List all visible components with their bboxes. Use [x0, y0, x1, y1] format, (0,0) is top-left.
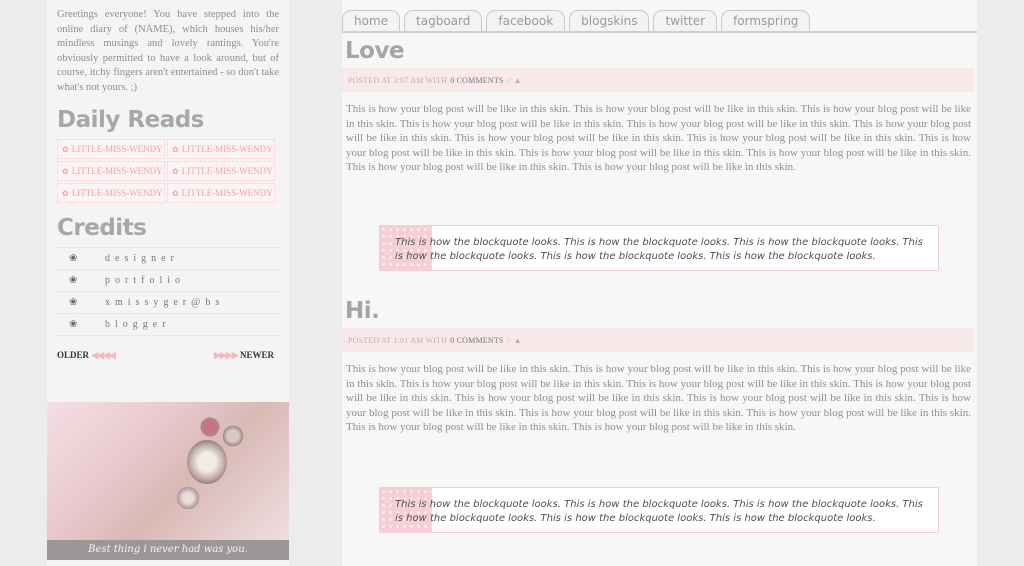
tab-facebook[interactable]: facebook: [486, 10, 566, 31]
credits-heading: Credits: [57, 215, 147, 241]
left-arrows-icon: ◀◀◀◀: [91, 350, 116, 360]
right-arrows-icon: ▶▶▶▶: [214, 350, 239, 360]
bow-icon: ✿: [172, 144, 179, 154]
flower-icon: ❀: [69, 253, 78, 264]
blockquote-text: This is how the blockquote looks. This i…: [395, 499, 923, 524]
daily-read-label: LITTLE-MISS-WENDY: [181, 144, 273, 154]
credit-label: designer: [105, 253, 179, 264]
daily-read-label: LITTLE-MISS-WENDY: [181, 188, 273, 198]
daily-read-link[interactable]: ✿ LITTLE-MISS-WENDY: [57, 183, 165, 203]
blockquote: This is how the blockquote looks. This i…: [379, 225, 939, 271]
daily-read-link[interactable]: ✿ LITTLE-MISS-WENDY: [167, 161, 275, 181]
tab-divider: [342, 31, 977, 33]
post-meta-text: POSTED AT 3:07 AM WITH: [348, 75, 448, 85]
comments-link[interactable]: 0 COMMENTS: [450, 76, 503, 85]
tab-blogskins[interactable]: blogskins: [569, 10, 650, 31]
post-meta: POSTED AT 1:01 AM WITH 0 COMMENTS // ▲: [342, 328, 974, 352]
daily-read-label: LITTLE-MISS-WENDY: [71, 166, 163, 176]
bow-icon: ✿: [62, 144, 69, 154]
tab-twitter[interactable]: twitter: [653, 10, 718, 31]
photo-caption: Best thing i never had was you.: [47, 540, 289, 560]
post-title: Love: [345, 38, 405, 64]
flower-icon: ❀: [69, 319, 78, 330]
post-meta: POSTED AT 3:07 AM WITH 0 COMMENTS // ▲: [342, 68, 974, 92]
daily-reads-list: ✿ LITTLE-MISS-WENDY ✿ LITTLE-MISS-WENDY ✿ L…: [57, 139, 277, 203]
credit-label: portfolio: [105, 275, 185, 286]
post-title: Hi.: [345, 298, 380, 324]
back-to-top-link[interactable]: // ▲: [507, 336, 522, 345]
daily-read-label: LITTLE-MISS-WENDY: [71, 188, 163, 198]
ring-icon: [222, 424, 244, 448]
main-content: home tagboard facebook blogskins twitter…: [342, 0, 977, 566]
back-to-top-link[interactable]: // ▲: [507, 76, 522, 85]
tab-home[interactable]: home: [342, 10, 401, 31]
bow-icon: ✿: [62, 166, 69, 176]
newer-label: NEWER: [239, 350, 274, 360]
tab-bar: home tagboard facebook blogskins twitter…: [342, 10, 811, 31]
ring-icon: [187, 440, 227, 484]
credit-link-email[interactable]: ❀ xmissyger@bs: [57, 292, 279, 314]
flower-icon: ❀: [69, 297, 78, 308]
credit-label: blogger: [105, 319, 171, 330]
sidebar: Greetings everyone! You have stepped int…: [47, 0, 289, 566]
daily-read-link[interactable]: ✿ LITTLE-MISS-WENDY: [57, 139, 165, 159]
blockquote: This is how the blockquote looks. This i…: [379, 487, 939, 533]
blog-post: Love POSTED AT 3:07 AM WITH 0 COMMENTS /…: [342, 38, 977, 175]
credit-label: xmissyger@bs: [105, 297, 225, 308]
credit-link-portfolio[interactable]: ❀ portfolio: [57, 270, 279, 292]
post-body: This is how your blog post will be like …: [346, 103, 971, 174]
daily-read-link[interactable]: ✿ LITTLE-MISS-WENDY: [167, 139, 275, 159]
ring-icon: [175, 486, 201, 510]
post-meta-text: POSTED AT 1:01 AM WITH: [348, 335, 448, 345]
pagination: OLDER ◀◀◀◀ ▶▶▶▶ NEWER: [57, 350, 274, 361]
daily-read-link[interactable]: ✿ LITTLE-MISS-WENDY: [167, 183, 275, 203]
older-label: OLDER: [57, 350, 90, 360]
blog-post: Hi. POSTED AT 1:01 AM WITH 0 COMMENTS //…: [342, 298, 977, 435]
credit-link-blogger[interactable]: ❀ blogger: [57, 314, 279, 336]
flower-icon: ❀: [69, 275, 78, 286]
bow-icon: ✿: [172, 166, 179, 176]
blockquote-text: This is how the blockquote looks. This i…: [395, 237, 923, 262]
daily-read-link[interactable]: ✿ LITTLE-MISS-WENDY: [57, 161, 165, 181]
post-body: This is how your blog post will be like …: [346, 363, 971, 434]
bow-icon: ✿: [62, 188, 69, 198]
daily-read-label: LITTLE-MISS-WENDY: [71, 144, 163, 154]
intro-text: Greetings everyone! You have stepped int…: [57, 9, 279, 93]
tab-tagboard[interactable]: tagboard: [404, 10, 483, 31]
daily-read-label: LITTLE-MISS-WENDY: [181, 166, 273, 176]
credits-list: ❀ designer ❀ portfolio ❀ xmissyger@bs ❀ blog…: [57, 247, 279, 336]
older-link[interactable]: OLDER ◀◀◀◀: [57, 350, 116, 361]
credit-link-designer[interactable]: ❀ designer: [57, 247, 279, 270]
bow-icon: ✿: [172, 188, 179, 198]
daily-reads-heading: Daily Reads: [57, 107, 204, 133]
sidebar-photo: Best thing i never had was you.: [47, 402, 289, 560]
comments-link[interactable]: 0 COMMENTS: [450, 336, 503, 345]
tab-formspring[interactable]: formspring: [721, 10, 811, 31]
newer-link[interactable]: ▶▶▶▶ NEWER: [214, 350, 274, 361]
ring-icon: [199, 416, 221, 438]
